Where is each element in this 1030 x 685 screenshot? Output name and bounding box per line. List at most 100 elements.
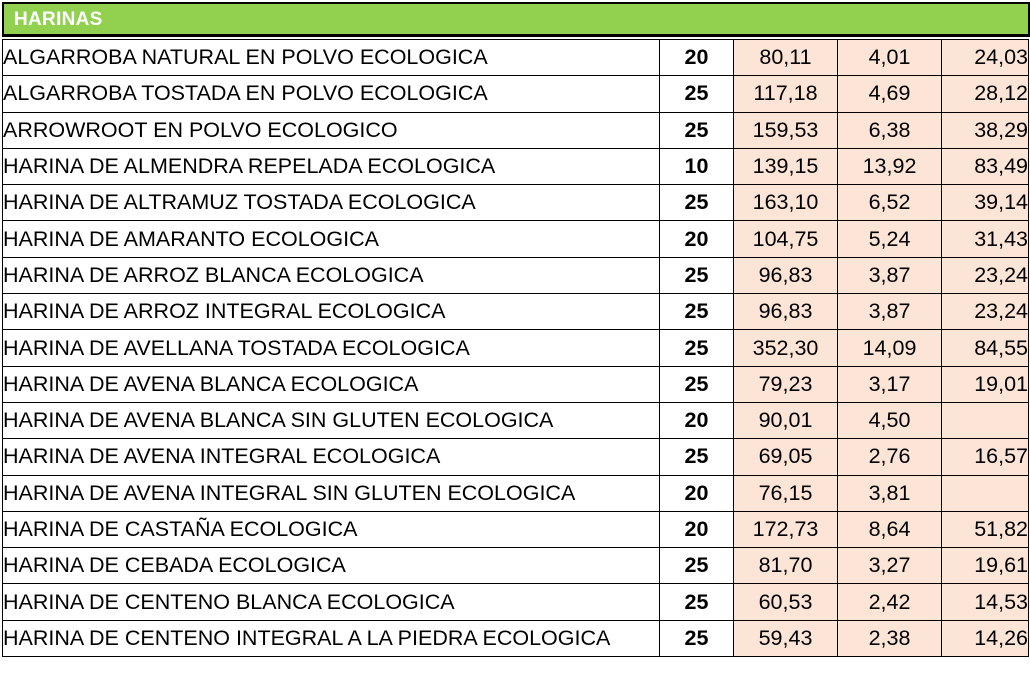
- product-name-cell[interactable]: HARINA DE ALMENDRA REPELADA ECOLOGICA: [2, 147, 660, 186]
- table-row[interactable]: HARINA DE CASTAÑA ECOLOGICA 20 172,73 8,64 5…: [2, 510, 1029, 549]
- unit-price-cell[interactable]: 3,17: [837, 365, 942, 403]
- total-price-cell[interactable]: 31,43: [941, 220, 1029, 258]
- price-cell[interactable]: 60,53: [733, 583, 838, 621]
- unit-price-cell[interactable]: 6,38: [837, 111, 942, 149]
- unit-price-cell[interactable]: 4,01: [837, 38, 942, 77]
- table-row[interactable]: HARINA DE ARROZ BLANCA ECOLOGICA 25 96,83 3…: [2, 256, 1029, 295]
- table-row[interactable]: HARINA DE CENTENO BLANCA ECOLOGICA 25 60,5…: [2, 583, 1029, 621]
- quantity-cell[interactable]: 20: [659, 401, 734, 440]
- price-cell[interactable]: 76,15: [733, 474, 838, 512]
- product-name-cell[interactable]: HARINA DE ARROZ INTEGRAL ECOLOGICA: [2, 293, 660, 331]
- product-name-cell[interactable]: HARINA DE AVENA INTEGRAL SIN GLUTEN ECOL…: [2, 474, 660, 512]
- price-cell[interactable]: 96,83: [733, 293, 838, 331]
- price-cell[interactable]: 352,30: [733, 329, 838, 367]
- table-row[interactable]: HARINA DE AVENA INTEGRAL SIN GLUTEN ECOL…: [2, 474, 1029, 512]
- unit-price-cell[interactable]: 5,24: [837, 220, 942, 258]
- table-row[interactable]: HARINA DE ALMENDRA REPELADA ECOLOGICA 10 1…: [2, 147, 1029, 186]
- table-row[interactable]: HARINA DE AVENA INTEGRAL ECOLOGICA 25 69,0…: [2, 438, 1029, 476]
- quantity-cell[interactable]: 25: [659, 184, 734, 222]
- product-name-cell[interactable]: HARINA DE ARROZ BLANCA ECOLOGICA: [2, 256, 660, 295]
- price-cell[interactable]: 159,53: [733, 111, 838, 149]
- total-price-cell[interactable]: 19,61: [941, 547, 1029, 585]
- total-price-cell[interactable]: [941, 474, 1029, 512]
- product-name-cell[interactable]: HARINA DE AVENA BLANCA ECOLOGICA: [2, 365, 660, 403]
- quantity-cell[interactable]: 20: [659, 510, 734, 549]
- quantity-cell[interactable]: 25: [659, 619, 734, 658]
- product-name-cell[interactable]: HARINA DE AVELLANA TOSTADA ECOLOGICA: [2, 329, 660, 367]
- quantity-cell[interactable]: 25: [659, 438, 734, 476]
- table-row[interactable]: HARINA DE ALTRAMUZ TOSTADA ECOLOGICA 25 16…: [2, 184, 1029, 222]
- total-price-cell[interactable]: 14,26: [941, 619, 1029, 658]
- total-price-cell[interactable]: 51,82: [941, 510, 1029, 549]
- product-name-cell[interactable]: ALGARROBA NATURAL EN POLVO ECOLOGICA: [2, 38, 660, 77]
- unit-price-cell[interactable]: 13,92: [837, 147, 942, 186]
- product-name-cell[interactable]: HARINA DE AVENA INTEGRAL ECOLOGICA: [2, 438, 660, 476]
- quantity-cell[interactable]: 25: [659, 329, 734, 367]
- table-row[interactable]: HARINA DE CEBADA ECOLOGICA 25 81,70 3,27 19,…: [2, 547, 1029, 585]
- total-price-cell[interactable]: 23,24: [941, 293, 1029, 331]
- total-price-cell[interactable]: 84,55: [941, 329, 1029, 367]
- unit-price-cell[interactable]: 3,27: [837, 547, 942, 585]
- table-row[interactable]: HARINA DE ARROZ INTEGRAL ECOLOGICA 25 96,8…: [2, 293, 1029, 331]
- unit-price-cell[interactable]: 4,69: [837, 75, 942, 113]
- product-name-cell[interactable]: ARROWROOT EN POLVO ECOLOGICO: [2, 111, 660, 149]
- table-row[interactable]: ARROWROOT EN POLVO ECOLOGICO 25 159,53 6,38…: [2, 111, 1029, 149]
- total-price-cell[interactable]: 28,12: [941, 75, 1029, 113]
- product-name-cell[interactable]: HARINA DE CENTENO INTEGRAL A LA PIEDRA E…: [2, 619, 660, 658]
- total-price-cell[interactable]: 23,24: [941, 256, 1029, 295]
- quantity-cell[interactable]: 25: [659, 75, 734, 113]
- unit-price-cell[interactable]: 4,50: [837, 401, 942, 440]
- quantity-cell[interactable]: 25: [659, 293, 734, 331]
- unit-price-cell[interactable]: 6,52: [837, 184, 942, 222]
- table-row[interactable]: HARINA DE CENTENO INTEGRAL A LA PIEDRA E…: [2, 619, 1029, 658]
- product-name-cell[interactable]: HARINA DE AMARANTO ECOLOGICA: [2, 220, 660, 258]
- product-name-cell[interactable]: HARINA DE AVENA BLANCA SIN GLUTEN ECOLOG…: [2, 401, 660, 440]
- total-price-cell[interactable]: 19,01: [941, 365, 1029, 403]
- quantity-cell[interactable]: 25: [659, 365, 734, 403]
- total-price-cell[interactable]: [941, 401, 1029, 440]
- table-row[interactable]: ALGARROBA NATURAL EN POLVO ECOLOGICA 20 80…: [2, 38, 1029, 77]
- quantity-cell[interactable]: 10: [659, 147, 734, 186]
- unit-price-cell[interactable]: 14,09: [837, 329, 942, 367]
- price-cell[interactable]: 81,70: [733, 547, 838, 585]
- product-name-cell[interactable]: HARINA DE ALTRAMUZ TOSTADA ECOLOGICA: [2, 184, 660, 222]
- total-price-cell[interactable]: 14,53: [941, 583, 1029, 621]
- price-cell[interactable]: 59,43: [733, 619, 838, 658]
- price-cell[interactable]: 172,73: [733, 510, 838, 549]
- product-name-cell[interactable]: HARINA DE CASTAÑA ECOLOGICA: [2, 510, 660, 549]
- product-name-cell[interactable]: HARINA DE CEBADA ECOLOGICA: [2, 547, 660, 585]
- price-cell[interactable]: 104,75: [733, 220, 838, 258]
- price-cell[interactable]: 96,83: [733, 256, 838, 295]
- unit-price-cell[interactable]: 3,87: [837, 293, 942, 331]
- price-cell[interactable]: 69,05: [733, 438, 838, 476]
- quantity-cell[interactable]: 25: [659, 547, 734, 585]
- unit-price-cell[interactable]: 3,81: [837, 474, 942, 512]
- unit-price-cell[interactable]: 2,76: [837, 438, 942, 476]
- quantity-cell[interactable]: 20: [659, 38, 734, 77]
- quantity-cell[interactable]: 25: [659, 583, 734, 621]
- price-cell[interactable]: 79,23: [733, 365, 838, 403]
- price-cell[interactable]: 80,11: [733, 38, 838, 77]
- table-row[interactable]: ALGARROBA TOSTADA EN POLVO ECOLOGICA 25 11…: [2, 75, 1029, 113]
- table-row[interactable]: HARINA DE AVENA BLANCA SIN GLUTEN ECOLOG…: [2, 401, 1029, 440]
- price-cell[interactable]: 90,01: [733, 401, 838, 440]
- quantity-cell[interactable]: 20: [659, 474, 734, 512]
- price-cell[interactable]: 139,15: [733, 147, 838, 186]
- unit-price-cell[interactable]: 8,64: [837, 510, 942, 549]
- unit-price-cell[interactable]: 2,42: [837, 583, 942, 621]
- unit-price-cell[interactable]: 3,87: [837, 256, 942, 295]
- unit-price-cell[interactable]: 2,38: [837, 619, 942, 658]
- quantity-cell[interactable]: 25: [659, 256, 734, 295]
- total-price-cell[interactable]: 24,03: [941, 38, 1029, 77]
- table-row[interactable]: HARINA DE AVELLANA TOSTADA ECOLOGICA 25 35…: [2, 329, 1029, 367]
- total-price-cell[interactable]: 83,49: [941, 147, 1029, 186]
- total-price-cell[interactable]: 39,14: [941, 184, 1029, 222]
- product-name-cell[interactable]: HARINA DE CENTENO BLANCA ECOLOGICA: [2, 583, 660, 621]
- price-cell[interactable]: 163,10: [733, 184, 838, 222]
- table-row[interactable]: HARINA DE AMARANTO ECOLOGICA 20 104,75 5,24…: [2, 220, 1029, 258]
- quantity-cell[interactable]: 25: [659, 111, 734, 149]
- total-price-cell[interactable]: 38,29: [941, 111, 1029, 149]
- table-row[interactable]: HARINA DE AVENA BLANCA ECOLOGICA 25 79,23 3…: [2, 365, 1029, 403]
- price-cell[interactable]: 117,18: [733, 75, 838, 113]
- quantity-cell[interactable]: 20: [659, 220, 734, 258]
